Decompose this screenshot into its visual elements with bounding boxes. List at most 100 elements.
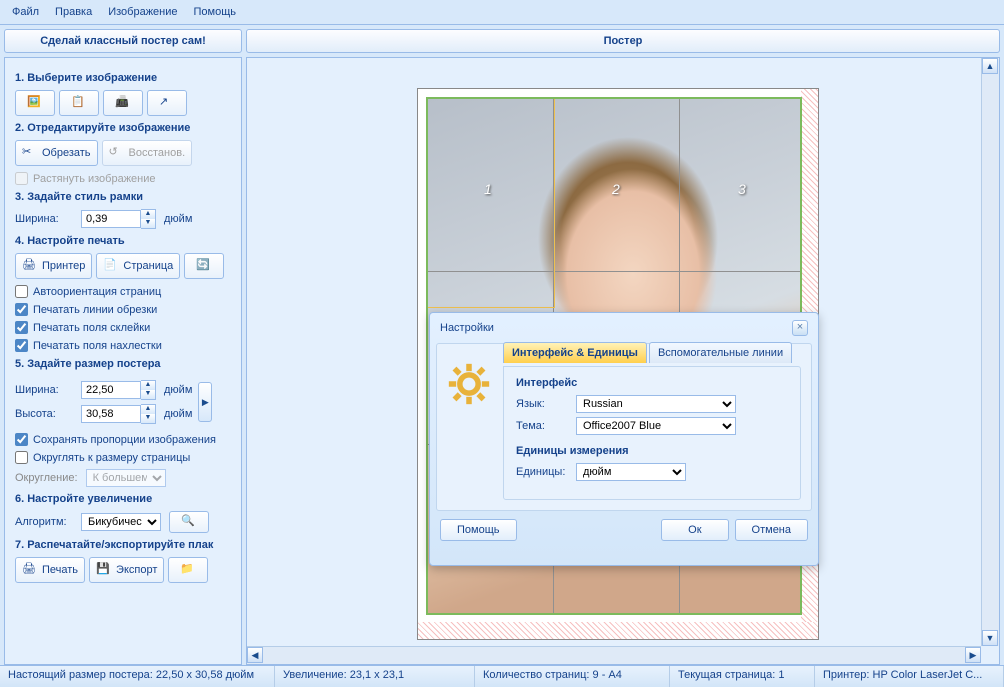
stretch-label: Растянуть изображение bbox=[33, 173, 156, 185]
units-label: Единицы: bbox=[516, 466, 576, 478]
round-size-label: Округлять к размеру страницы bbox=[33, 452, 190, 464]
auto-orient-label: Автоориентация страниц bbox=[33, 286, 161, 298]
export-label: Экспорт bbox=[116, 564, 157, 576]
page-num-3: 3 bbox=[738, 181, 746, 197]
stretch-checkbox bbox=[15, 172, 28, 185]
printer-button[interactable]: 🖨Принтер bbox=[15, 253, 92, 279]
poster-width-input[interactable] bbox=[81, 381, 141, 399]
scrollbar-horizontal[interactable]: ◀ ▶ bbox=[247, 646, 981, 664]
scroll-right[interactable]: ▶ bbox=[965, 647, 981, 663]
units-select[interactable]: дюйм bbox=[576, 463, 686, 481]
print-button[interactable]: 🖨 Печать bbox=[15, 557, 85, 583]
scroll-up[interactable]: ▲ bbox=[982, 58, 998, 74]
status-zoom: Увеличение: 23,1 x 23,1 bbox=[275, 666, 475, 687]
dialog-close-button[interactable]: × bbox=[792, 320, 808, 336]
picture-icon: 🖼️ bbox=[27, 95, 43, 111]
export-extra-button[interactable]: 📁 bbox=[168, 557, 208, 583]
selection-box[interactable] bbox=[427, 98, 555, 308]
status-bar: Настоящий размер постера: 22,50 x 30,58 … bbox=[0, 665, 1004, 687]
poster-width-unit: дюйм bbox=[164, 384, 192, 396]
overlap-checkbox[interactable] bbox=[15, 339, 28, 352]
preview-title: Постер bbox=[246, 29, 1000, 53]
border-width-label: Ширина: bbox=[15, 213, 73, 225]
page-label: Страница bbox=[123, 260, 173, 272]
dialog-title: Настройки bbox=[440, 322, 494, 334]
undo-icon: ↺ bbox=[109, 145, 125, 161]
menu-image[interactable]: Изображение bbox=[102, 3, 187, 21]
cut-lines-checkbox[interactable] bbox=[15, 303, 28, 316]
page-extra-button[interactable]: 🔄 bbox=[184, 253, 224, 279]
lang-select[interactable]: Russian bbox=[576, 395, 736, 413]
paste-button[interactable]: 📋 bbox=[59, 90, 99, 116]
scroll-left[interactable]: ◀ bbox=[247, 647, 263, 663]
border-unit: дюйм bbox=[164, 213, 192, 225]
glue-checkbox[interactable] bbox=[15, 321, 28, 334]
rounding-label: Округление: bbox=[15, 472, 78, 484]
restore-label: Восстанов. bbox=[129, 147, 186, 159]
dialog-cancel-button[interactable]: Отмена bbox=[735, 519, 808, 541]
size-expand-button[interactable]: ▶ bbox=[198, 382, 212, 422]
dialog-help-button[interactable]: Помощь bbox=[440, 519, 517, 541]
zoom-preview-button[interactable]: 🔍 bbox=[169, 511, 209, 533]
round-size-checkbox[interactable] bbox=[15, 451, 28, 464]
sidebar: 1. Выберите изображение 🖼️ 📋 📠 ↗ 2. Отре… bbox=[4, 57, 242, 665]
poster-height-input[interactable] bbox=[81, 405, 141, 423]
menu-help[interactable]: Помощь bbox=[188, 3, 247, 21]
export-button[interactable]: 💾 Экспорт bbox=[89, 557, 164, 583]
printer-icon: 🖨 bbox=[22, 258, 38, 274]
step6-head: 6. Настройте увеличение bbox=[15, 493, 231, 505]
tab-interface-units[interactable]: Интерфейс & Единицы bbox=[503, 342, 647, 363]
border-width-field[interactable] bbox=[81, 210, 141, 228]
auto-orient-checkbox[interactable] bbox=[15, 285, 28, 298]
crop-button[interactable]: ✂Обрезать bbox=[15, 140, 98, 166]
step7-head: 7. Распечатайте/экспортируйте плак bbox=[15, 539, 231, 551]
status-printer: Принтер: HP Color LaserJet C... bbox=[815, 666, 1004, 687]
rounding-select: К большем bbox=[86, 469, 166, 487]
theme-select[interactable]: Office2007 Blue bbox=[576, 417, 736, 435]
spin-down[interactable]: ▼ bbox=[141, 414, 155, 423]
scrollbar-vertical[interactable]: ▲ ▼ bbox=[981, 58, 999, 646]
settings-dialog: Настройки × Интерфейс & Единицы Вспомога… bbox=[429, 312, 819, 566]
page-icon: 📄 bbox=[103, 258, 119, 274]
spin-up[interactable]: ▲ bbox=[141, 381, 155, 390]
page-button[interactable]: 📄 Страница bbox=[96, 253, 180, 279]
close-icon: × bbox=[797, 321, 803, 333]
external-button[interactable]: ↗ bbox=[147, 90, 187, 116]
spin-up[interactable]: ▲ bbox=[141, 405, 155, 414]
scan-button[interactable]: 📠 bbox=[103, 90, 143, 116]
menu-edit[interactable]: Правка bbox=[49, 3, 102, 21]
tab-aux-lines[interactable]: Вспомогательные линии bbox=[649, 342, 792, 363]
status-current-page: Текущая страница: 1 bbox=[670, 666, 815, 687]
open-image-button[interactable]: 🖼️ bbox=[15, 90, 55, 116]
make-poster-button[interactable]: Сделай классный постер сам! bbox=[4, 29, 242, 53]
border-width-input[interactable]: ▲▼ bbox=[81, 209, 156, 229]
status-pages: Количество страниц: 9 - A4 bbox=[475, 666, 670, 687]
poster-width-label: Ширина: bbox=[15, 384, 73, 396]
print-label: Печать bbox=[42, 564, 78, 576]
refresh-icon: 🔄 bbox=[196, 258, 212, 274]
restore-button[interactable]: ↺ Восстанов. bbox=[102, 140, 193, 166]
page-num-2: 2 bbox=[612, 181, 620, 197]
clipboard-icon: 📋 bbox=[71, 95, 87, 111]
poster-height-unit: дюйм bbox=[164, 408, 192, 420]
status-size: Настоящий размер постера: 22,50 x 30,58 … bbox=[0, 666, 275, 687]
keep-proportions-label: Сохранять пропорции изображения bbox=[33, 434, 216, 446]
spin-up[interactable]: ▲ bbox=[141, 210, 155, 219]
spin-down[interactable]: ▼ bbox=[141, 219, 155, 228]
theme-label: Тема: bbox=[516, 420, 576, 432]
step2-head: 2. Отредактируйте изображение bbox=[15, 122, 231, 134]
step3-head: 3. Задайте стиль рамки bbox=[15, 191, 231, 203]
spin-down[interactable]: ▼ bbox=[141, 390, 155, 399]
print-icon: 🖨 bbox=[22, 562, 38, 578]
export-icon: 💾 bbox=[96, 562, 112, 578]
menu-file[interactable]: Файл bbox=[6, 3, 49, 21]
hatch-bottom bbox=[418, 622, 818, 639]
crop-icon: ✂ bbox=[22, 145, 38, 161]
scroll-down[interactable]: ▼ bbox=[982, 630, 998, 646]
page-num-1: 1 bbox=[484, 181, 492, 197]
group-interface: Интерфейс bbox=[516, 377, 788, 389]
keep-proportions-checkbox[interactable] bbox=[15, 433, 28, 446]
dialog-ok-button[interactable]: Ок bbox=[661, 519, 728, 541]
group-units: Единицы измерения bbox=[516, 445, 788, 457]
algorithm-select[interactable]: Бикубическ bbox=[81, 513, 161, 531]
